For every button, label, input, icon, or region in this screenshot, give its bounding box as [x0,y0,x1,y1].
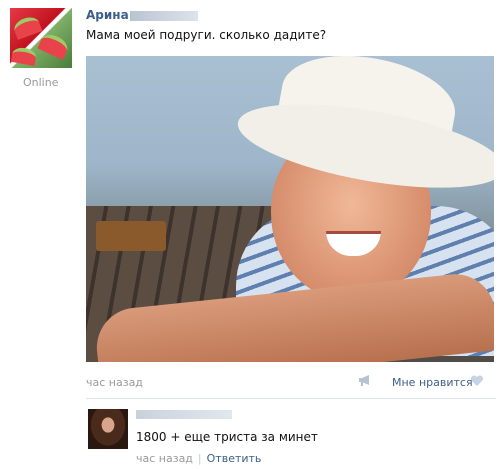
comment-separator: | [197,452,202,465]
reply-link[interactable]: Ответить [207,452,262,465]
commenter-name-redacted [136,410,232,419]
megaphone-icon[interactable] [358,374,372,386]
comment-time[interactable]: час назад [136,452,193,465]
post-text: Мама моей подруги. сколько дадите? [86,28,327,42]
divider [86,398,496,399]
post-time[interactable]: час назад [86,376,143,389]
commenter-avatar[interactable] [88,409,128,449]
online-status: Online [23,76,59,89]
author-name[interactable]: Арина [86,8,129,22]
post-photo[interactable] [86,56,494,362]
author-avatar[interactable] [10,8,72,68]
like-button[interactable]: Мне нравится [392,376,473,389]
author-surname-redacted [130,11,198,21]
comment-text: 1800 + еще триста за минет [136,430,318,444]
comment-meta: час назад | Ответить [136,452,261,465]
heart-icon[interactable] [470,374,484,388]
